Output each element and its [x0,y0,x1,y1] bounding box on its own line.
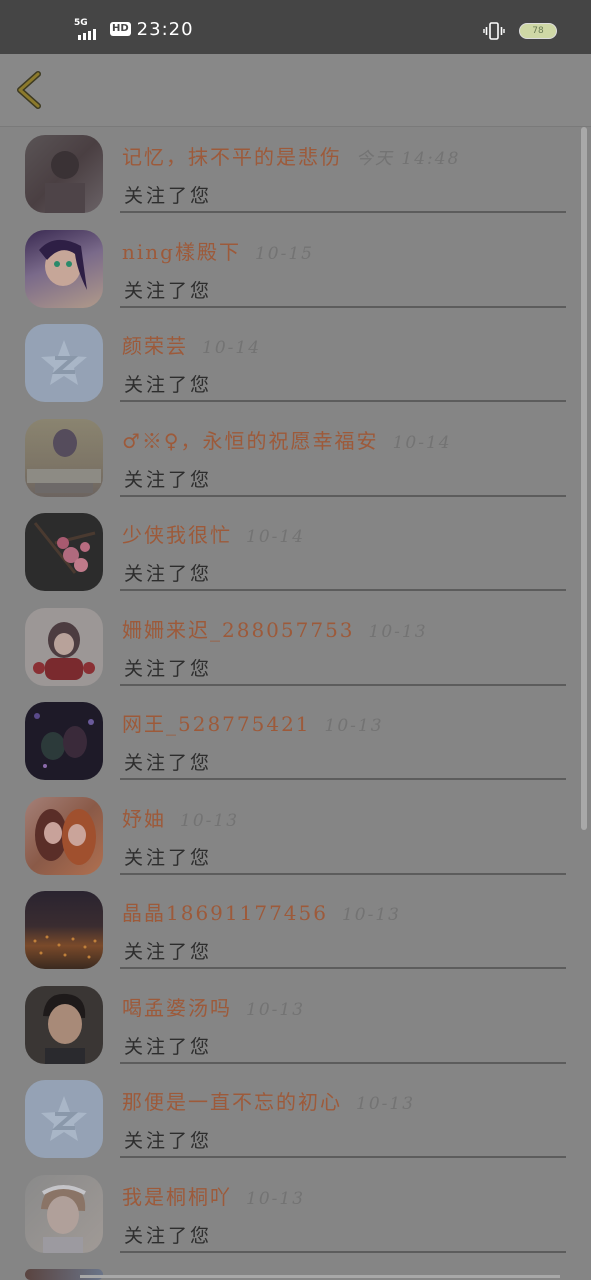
timestamp: 今天 14:48 [356,149,461,169]
action-text: 关注了您 [124,468,213,491]
back-button[interactable] [14,70,46,110]
status-bar: 5G HD 23:20 78 [0,0,591,54]
divider [120,494,566,497]
scrollbar[interactable] [581,127,587,830]
clock: 23:20 [136,18,194,40]
divider [120,305,566,308]
network-type: 5G [74,18,88,28]
divider [120,400,566,402]
avatar[interactable] [25,418,103,497]
avatar[interactable] [25,135,103,213]
vibrate-icon [483,22,505,40]
list-item[interactable]: 颜荣芸 10-14 关注了您 [0,316,591,411]
avatar[interactable] [25,229,103,308]
divider [120,683,566,686]
divider [120,778,566,780]
action-text: 关注了您 [124,279,213,302]
avatar[interactable] [25,985,103,1064]
action-text: 关注了您 [124,846,213,869]
user-name[interactable]: ♂※♀，永恒的祝愿幸福安 [122,429,379,453]
list-item[interactable]: 姍姍来迟_288057753 10-13 关注了您 [0,600,591,695]
signal-icon: 5G [74,18,104,40]
top-bar [0,54,591,127]
divider [120,589,566,591]
user-name[interactable]: 晶晶18691177456 [122,901,328,925]
status-right: 78 [483,22,557,40]
action-text: 关注了您 [124,1224,213,1247]
list-item[interactable]: ♂※♀，永恒的祝愿幸福安 10-14 关注了您 [0,411,591,506]
user-name[interactable]: 妤妯 [122,807,166,831]
timestamp: 10-13 [324,716,384,736]
action-text: 关注了您 [124,657,213,680]
list-item[interactable]: 妤妯 10-13 关注了您 [0,789,591,884]
chevron-left-icon [17,71,41,109]
user-name[interactable]: 我是桐桐吖 [122,1185,232,1209]
timestamp: 10-14 [246,527,306,547]
avatar[interactable] [25,607,103,686]
divider [120,211,566,213]
user-name[interactable]: 喝孟婆汤吗 [122,996,232,1020]
timestamp: 10-14 [392,432,452,453]
list-item[interactable]: 少侠我很忙 10-14 关注了您 [0,505,591,600]
divider [120,967,566,969]
timestamp: 10-13 [356,1094,416,1114]
battery-level: 78 [532,26,544,36]
list-item[interactable]: 喝孟婆汤吗 10-13 关注了您 [0,978,591,1073]
battery-icon: 78 [519,23,557,39]
timestamp: 10-13 [368,621,428,642]
divider [120,1250,566,1253]
action-text: 关注了您 [124,752,213,774]
bottom-edge [80,1275,560,1278]
avatar[interactable] [25,324,103,402]
timestamp: 10-14 [202,338,262,358]
status-left: 5G HD 23:20 [74,18,194,40]
timestamp: 10-13 [246,1188,306,1209]
avatar[interactable] [25,513,103,591]
timestamp: 10-13 [180,810,240,831]
user-name[interactable]: 少侠我很忙 [122,523,232,547]
action-text: 关注了您 [124,941,213,963]
action-text: 关注了您 [124,1130,213,1152]
list-item[interactable]: ning樣殿下 10-15 关注了您 [0,222,591,317]
avatar[interactable] [25,1080,103,1158]
follower-list: 记忆，抹不平的是悲伤 今天 14:48 关注了您 ning樣殿下 10-15 关注了… [0,127,591,1280]
user-name[interactable]: 网王_528775421 [122,712,311,736]
list-item[interactable]: 晶晶18691177456 10-13 关注了您 [0,883,591,978]
list-item[interactable]: 那便是一直不忘的初心 10-13 关注了您 [0,1072,591,1167]
timestamp: 10-13 [341,905,401,925]
avatar[interactable] [25,702,103,780]
list-item[interactable]: 记忆，抹不平的是悲伤 今天 14:48 关注了您 [0,127,591,222]
action-text: 关注了您 [124,1035,213,1058]
timestamp: 10-15 [254,243,314,264]
user-name[interactable]: ning樣殿下 [122,240,241,264]
user-name[interactable]: 那便是一直不忘的初心 [122,1090,342,1114]
divider [120,1156,566,1158]
user-name[interactable]: 姍姍来迟_288057753 [122,618,355,642]
action-text: 关注了您 [124,374,213,396]
avatar[interactable] [25,891,103,969]
timestamp: 10-13 [246,999,306,1020]
hd-badge: HD [110,22,131,36]
action-text: 关注了您 [124,563,213,585]
user-name[interactable]: 颜荣芸 [122,334,188,358]
list-item[interactable]: 网王_528775421 10-13 关注了您 [0,694,591,789]
avatar[interactable] [25,796,103,875]
action-text: 关注了您 [124,185,213,207]
divider [120,1061,566,1064]
avatar[interactable] [25,1174,103,1253]
list-item[interactable]: 我是桐桐吖 10-13 关注了您 [0,1167,591,1262]
user-name[interactable]: 记忆，抹不平的是悲伤 [122,145,342,169]
divider [120,872,566,875]
